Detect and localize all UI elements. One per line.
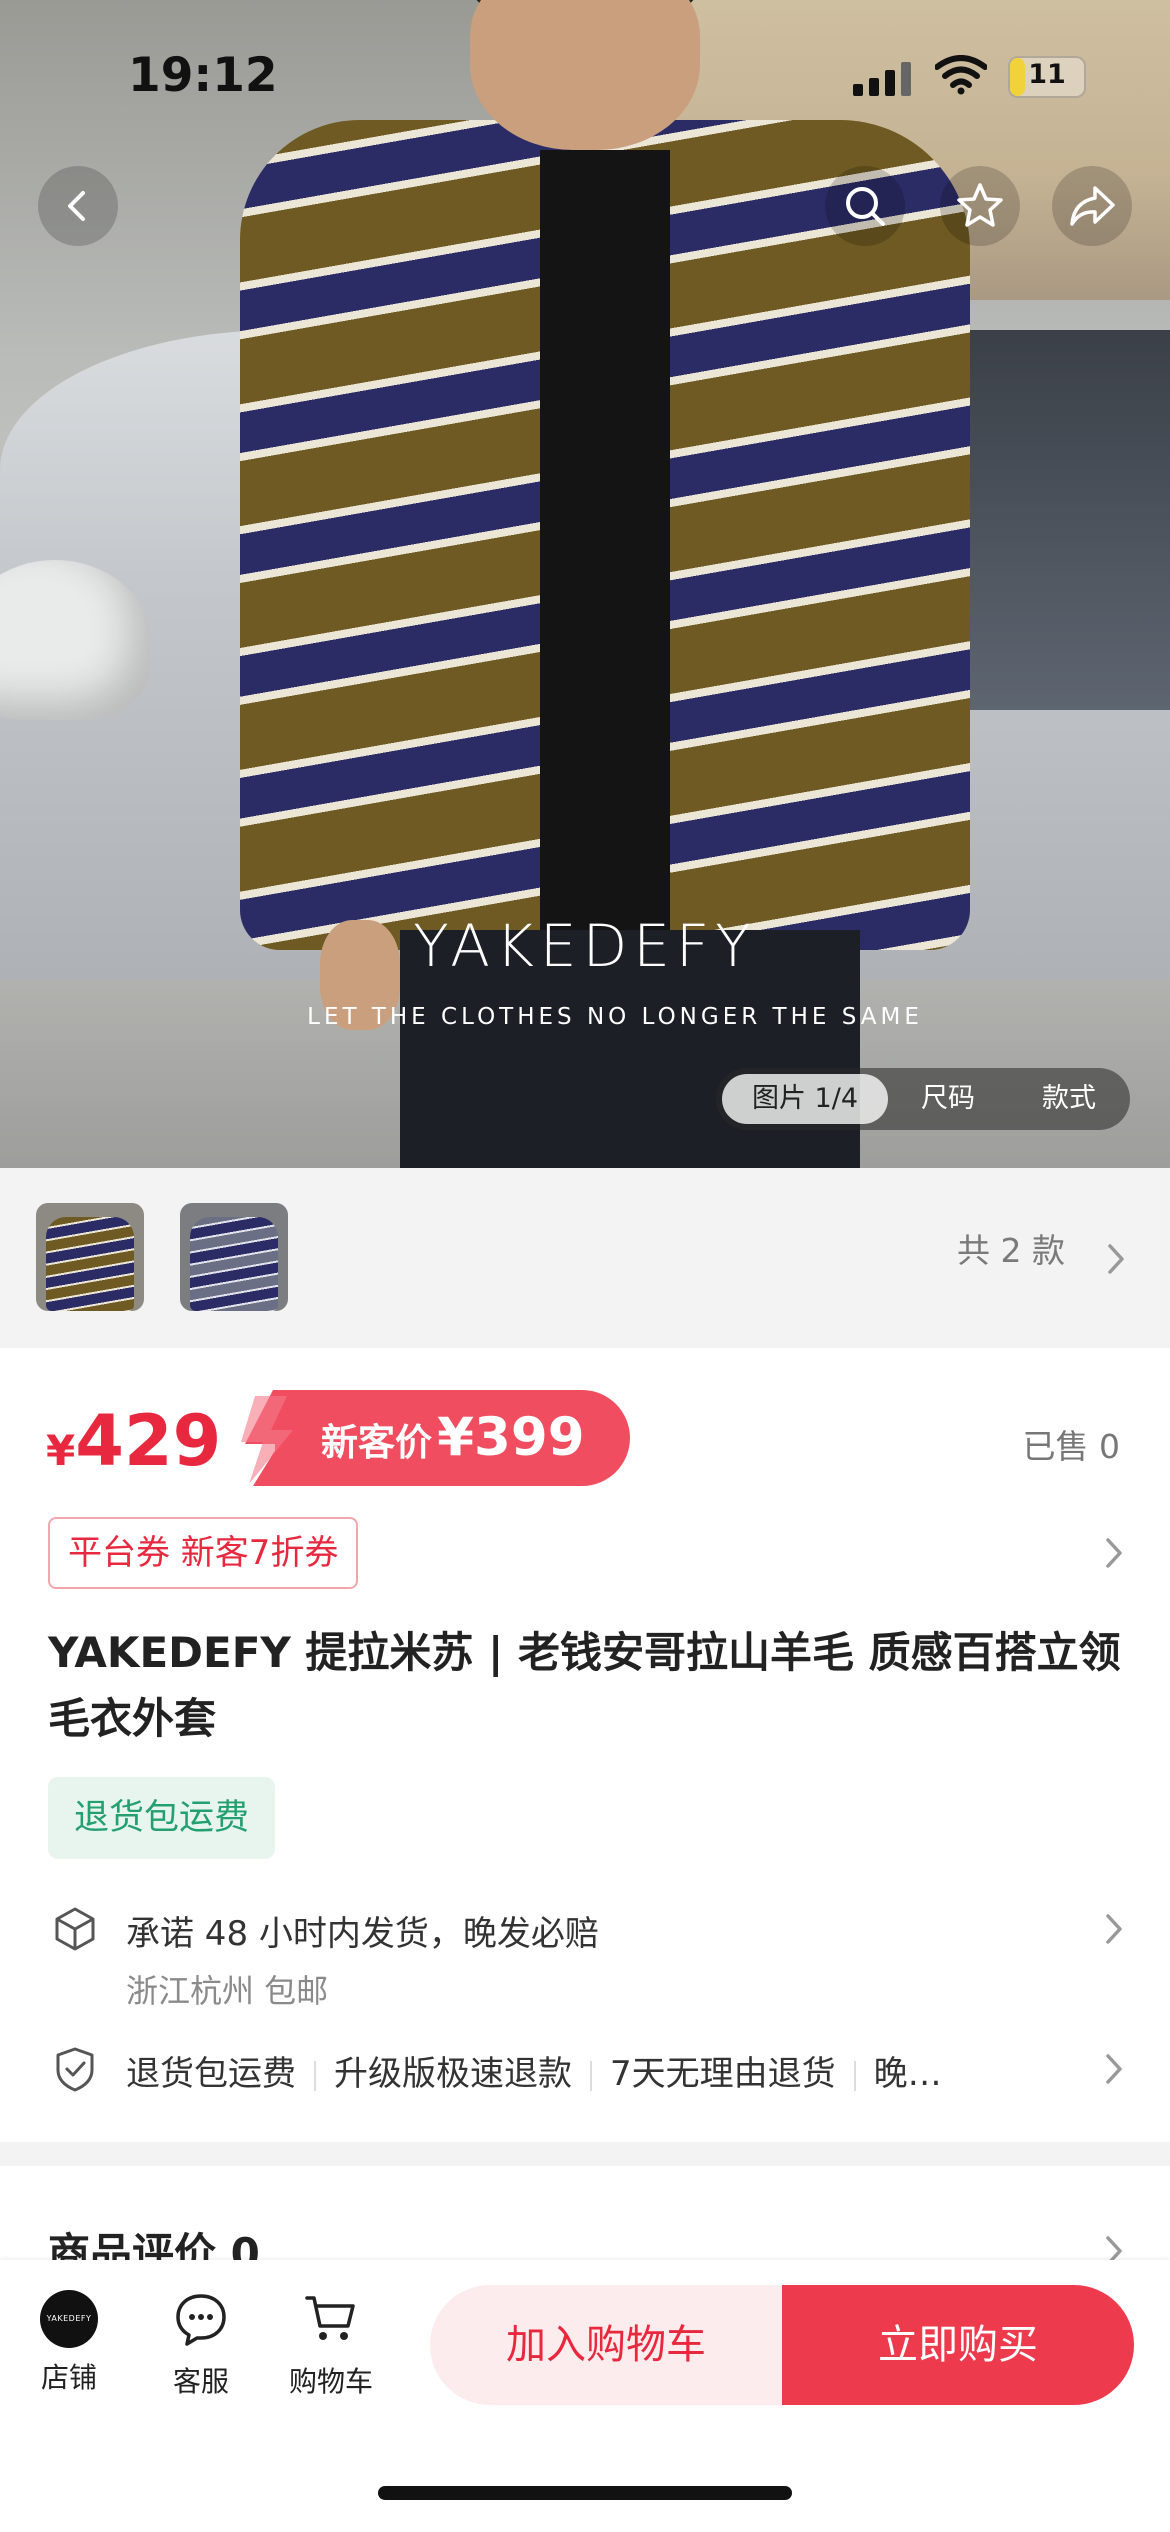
image-tabs: 图片 1/4 尺码 款式 [716, 1068, 1130, 1130]
lightning-icon [241, 1390, 325, 1486]
original-price: ¥429 [46, 1400, 221, 1482]
search-icon [846, 187, 885, 226]
customer-service-label: 客服 [172, 2365, 229, 2398]
return-shipping-tag: 退货包运费 [48, 1777, 276, 1859]
cart-label: 购物车 [288, 2365, 373, 2398]
variant-thumbnail-image [190, 1217, 278, 1311]
share-button[interactable] [1052, 166, 1132, 246]
variant-thumbnail-1[interactable] [36, 1203, 144, 1311]
guarantee-item: 7天无理由退货 [610, 2054, 836, 2094]
battery-icon: 11 [1008, 56, 1086, 98]
original-price-value: 429 [75, 1400, 222, 1482]
package-icon [55, 1907, 95, 1951]
battery-level: 11 [1028, 59, 1066, 90]
guarantee-separator [590, 2060, 592, 2091]
cellular-signal-icon [853, 62, 915, 96]
wifi-icon [935, 55, 987, 95]
product-title: YAKEDEFY 提拉米苏 | 老钱安哥拉山羊毛 质感百搭立领毛衣外套 [48, 1628, 1121, 1743]
guarantee-row[interactable]: 退货包运费 升级版极速退款 7天无理由退货 晚… [0, 2040, 1170, 2100]
variant-thumbnails: 共 2 款 [0, 1168, 1170, 1348]
shield-check-icon [56, 2047, 94, 2092]
chevron-right-icon [1106, 2054, 1122, 2084]
favorite-button[interactable] [940, 166, 1020, 246]
tab-images[interactable]: 图片 1/4 [722, 1074, 888, 1124]
shipping-promise: 承诺 48 小时内发货，晚发必赔 [126, 1914, 599, 1954]
star-icon [957, 183, 1003, 227]
new-customer-label: 新客价 [321, 1421, 432, 1464]
guarantee-separator [853, 2060, 856, 2091]
chevron-right-icon [1106, 1914, 1122, 1944]
section-divider [0, 2142, 1170, 2166]
guarantee-item: 晚… [873, 2054, 942, 2094]
new-customer-price-text: 新客价 ¥399 [321, 1390, 585, 1486]
hero-shirt [540, 150, 670, 970]
guarantee-item: 升级版极速退款 [334, 2054, 572, 2094]
new-customer-currency: ¥ [437, 1407, 474, 1468]
buy-now-button[interactable]: 立即购买 [782, 2285, 1134, 2405]
chat-bubble-icon [176, 2294, 226, 2346]
customer-service-button[interactable]: 客服 [146, 2290, 256, 2400]
tab-size[interactable]: 尺码 [898, 1068, 998, 1130]
hero-brand-logo: YAKEDEFY [413, 912, 757, 980]
shipping-row[interactable]: 承诺 48 小时内发货，晚发必赔 浙江杭州 包邮 [0, 1902, 1170, 2022]
guarantee-list: 退货包运费 升级版极速退款 7天无理由退货 晚… [126, 2046, 942, 2095]
guarantee-item: 退货包运费 [126, 2054, 296, 2094]
sold-count: 已售 0 [1022, 1427, 1121, 1466]
hero-brand-slogan: LET THE CLOTHES NO LONGER THE SAME [307, 1004, 923, 1030]
variant-thumbnail-2[interactable] [180, 1203, 288, 1311]
coupon-badge[interactable]: 平台券 新客7折券 [48, 1517, 359, 1589]
home-indicator[interactable] [378, 2486, 792, 2500]
chevron-right-icon [1108, 1244, 1124, 1274]
back-button[interactable] [38, 166, 118, 246]
search-button[interactable] [825, 166, 905, 246]
store-logo-icon: YAKEDEFY [40, 2290, 98, 2348]
variant-thumbnail-image [46, 1217, 134, 1311]
guarantee-separator [314, 2060, 316, 2091]
status-bar: 19:12 11 [0, 0, 1170, 150]
add-to-cart-button[interactable]: 加入购物车 [430, 2285, 782, 2405]
new-customer-price-badge: 新客价 ¥399 [235, 1390, 630, 1486]
cart-button[interactable]: 购物车 [276, 2290, 386, 2400]
variant-count-link[interactable]: 共 2 款 [957, 1224, 1065, 1272]
status-time: 19:12 [128, 48, 278, 103]
tab-style[interactable]: 款式 [1014, 1068, 1124, 1130]
variant-count: 共 2 款 [957, 1231, 1065, 1270]
currency-symbol: ¥ [46, 1426, 76, 1475]
shipping-origin: 浙江杭州 包邮 [126, 1972, 329, 2010]
shopping-cart-icon [305, 2296, 355, 2340]
share-icon [1070, 186, 1115, 226]
coupon-chevron-icon[interactable] [1100, 1532, 1128, 1574]
store-button[interactable]: YAKEDEFY 店铺 [14, 2290, 124, 2396]
store-label: 店铺 [40, 2361, 97, 2394]
new-customer-price: 399 [473, 1407, 585, 1468]
chevron-left-icon [68, 191, 85, 221]
